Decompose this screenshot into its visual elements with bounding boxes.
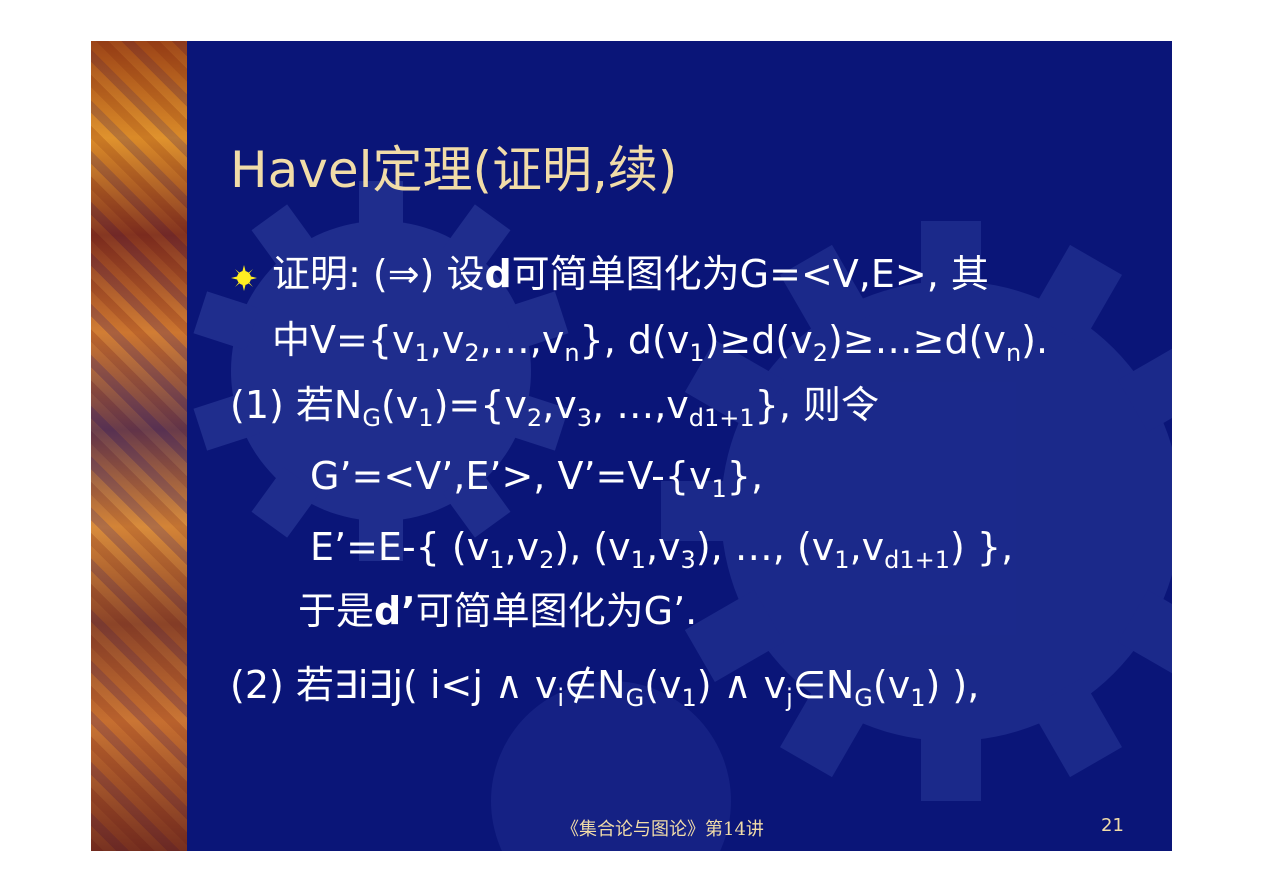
body-line-2: 中V={v1,v2,…,vn}, d(v1)≥d(v2)≥…≥d(vn). bbox=[272, 318, 1049, 367]
footer-course-title: 《集合论与图论》第14讲 bbox=[561, 819, 764, 840]
footer-page-number: 21 bbox=[1101, 815, 1124, 836]
body-line-7: (2) 若∃i∃j( i<j ∧ vi∉NG(v1) ∧ vj∈NG(v1) )… bbox=[230, 663, 980, 712]
body-line-5: E’=E-{ (v1,v2), (v1,v3), …, (v1,vd1+1) }… bbox=[310, 525, 1014, 574]
gear-shape-large bbox=[661, 221, 1172, 801]
slide-title: Havel定理(证明,续) bbox=[230, 141, 678, 199]
body-line-3: (1) 若NG(v1)={v2,v3, …,vd1+1}, 则令 bbox=[230, 383, 880, 432]
body-line-1: 证明: (⇒) 设d可简单图化为G=<V,E>, 其 bbox=[272, 252, 989, 296]
sunburst-bullet-icon bbox=[231, 265, 257, 291]
body-line-6: 于是d’可简单图化为G’. bbox=[298, 589, 698, 633]
gear-shape-small bbox=[193, 181, 569, 561]
body-line-4: G’=<V’,E’>, V’=V-{v1}, bbox=[310, 454, 764, 503]
slide: Havel定理(证明,续) 证明: (⇒) 设d可简单图化为G=<V,E>, 其… bbox=[91, 41, 1172, 851]
